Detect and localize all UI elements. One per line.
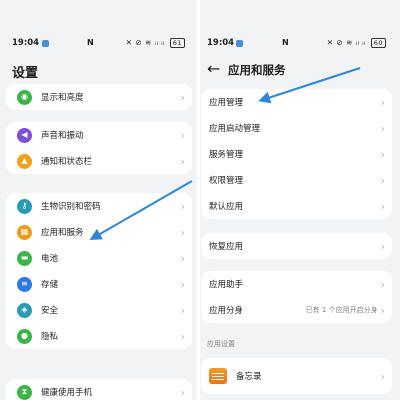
annotation-arrow-left	[89, 180, 193, 240]
annotation-arrows	[89, 67, 361, 240]
annotation-arrow-right	[258, 67, 361, 104]
